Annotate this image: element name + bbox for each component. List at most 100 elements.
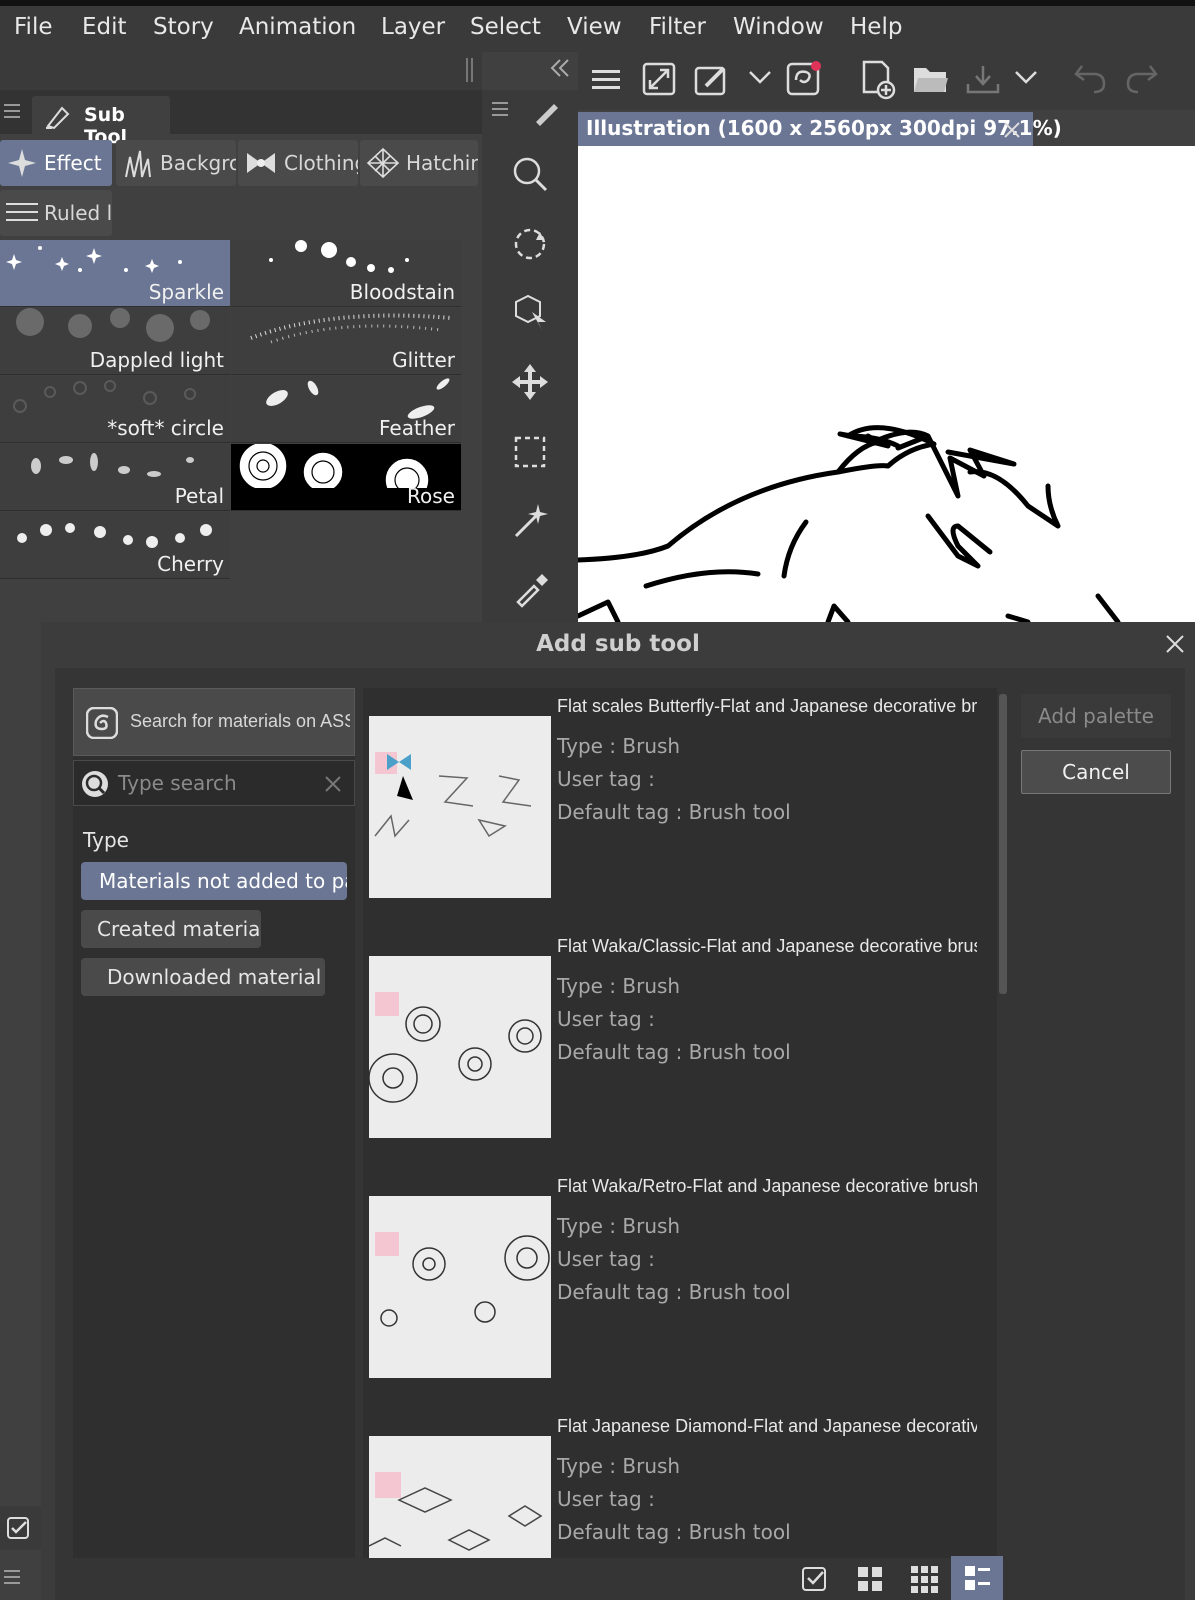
material-type: Type : Brush [557,734,681,758]
add-palette-button[interactable]: Add palette [1021,694,1171,738]
auto-select-icon[interactable] [510,500,550,540]
zoom-icon[interactable] [510,154,550,194]
menu-help[interactable]: Help [850,14,902,40]
object-select-icon[interactable] [510,292,550,332]
type-option-created[interactable]: Created material [81,910,261,948]
layer-panel-button[interactable] [0,1506,41,1550]
list-item[interactable]: Flat scales Butterfly-Flat and Japanese … [363,688,977,928]
brush-bloodstain[interactable]: Bloodstain [231,240,461,307]
brush-label: Rose [407,484,455,508]
brush-sparkle[interactable]: Sparkle [0,240,230,307]
material-user-tag: User tag : [557,1247,655,1271]
brush-petal[interactable]: Petal [0,444,230,511]
cherry-preview [17,523,212,548]
search-assets-label: Search for materials on ASSETS [130,711,350,731]
tab-effect[interactable]: Effect [0,140,112,186]
collapse-chevrons-icon[interactable] [548,56,572,80]
search-assets-button[interactable]: Search for materials on ASSETS [73,688,355,756]
material-type: Type : Brush [557,1214,681,1238]
type-search-input[interactable]: Type search [73,760,355,806]
tab-clothing-label: Clothing [284,151,358,175]
tab-effect-label: Effect [44,151,102,175]
panel-menu-icon[interactable] [4,104,20,118]
material-type: Type : Brush [557,1454,681,1478]
tab-ruled-lines[interactable]: Ruled li [0,190,112,236]
large-grid-view-icon[interactable] [855,1564,885,1594]
clip-studio-assets-icon[interactable] [786,60,822,96]
move-icon[interactable] [510,362,550,402]
material-user-tag: User tag : [557,1007,655,1031]
menu-animation[interactable]: Animation [239,14,356,40]
clear-search-icon[interactable] [324,775,342,793]
brush-rose[interactable]: Rose [231,444,461,511]
rotate-icon[interactable] [510,224,550,264]
type-heading: Type [83,828,129,852]
material-thumbnail [369,1436,551,1558]
cancel-button[interactable]: Cancel [1021,750,1171,794]
list-scrollbar[interactable] [999,694,1007,994]
menu-file[interactable]: File [14,14,53,40]
menu-filter[interactable]: Filter [649,14,706,40]
document-tab[interactable]: Illustration (1600 x 2560px 300dpi 97.1%… [578,112,1062,146]
brush-label: Petal [174,484,224,508]
list-view-button[interactable] [951,1556,1003,1600]
grass-icon [125,150,151,178]
tab-background-label: Backgro [160,151,236,175]
tab-hatching[interactable]: Hatchin [360,140,478,186]
material-default-tag: Default tag : Brush tool [557,1040,791,1064]
menu-select[interactable]: Select [470,14,541,40]
checklist-view-icon[interactable] [801,1564,831,1594]
material-default-tag: Default tag : Brush tool [557,1520,791,1544]
tab-clothing[interactable]: Clothing [238,140,358,186]
list-item[interactable]: Flat Waka/Retro-Flat and Japanese decora… [363,1168,977,1408]
butterfly-pattern-preview [374,752,532,838]
grip-icon[interactable] [464,58,476,82]
assets-logo-icon [86,707,118,739]
material-title: Flat Japanese Diamond-Flat and Japanese … [557,1416,977,1436]
rose-preview [238,444,430,488]
soft-circle-preview [13,380,196,413]
panel-grip-bar [0,52,482,90]
brush-feather[interactable]: Feather [231,376,461,443]
classic-waka-pattern-preview [369,992,542,1103]
list-item[interactable]: Flat Waka/Classic-Flat and Japanese deco… [363,928,977,1168]
type-option-not-added[interactable]: Materials not added to palette [81,862,347,900]
view-mode-bar [755,1556,1185,1600]
list-item[interactable]: Flat Japanese Diamond-Flat and Japanese … [363,1408,977,1558]
toolcol-menu-icon[interactable] [492,102,508,116]
brush-soft-circle[interactable]: *soft* circle [0,376,230,443]
dialog-body: Search for materials on ASSETS Type sear… [55,668,1185,1600]
chevron-down-icon-2[interactable] [1014,70,1038,86]
close-document-icon[interactable] [1003,121,1021,139]
pen-tool-icon[interactable] [532,96,562,126]
list-view-icon [965,1566,990,1590]
redo-icon[interactable] [1124,62,1160,96]
fit-to-screen-icon[interactable] [642,62,676,96]
brush-label: Sparkle [148,280,224,304]
menu-layer[interactable]: Layer [381,14,445,40]
brush-cherry[interactable]: Cherry [0,512,230,579]
small-grid-view-icon[interactable] [909,1564,939,1594]
material-type: Type : Brush [557,974,681,998]
eyedropper-icon[interactable] [510,568,550,608]
open-folder-icon[interactable] [912,62,950,96]
brush-settings-icon[interactable] [694,62,730,96]
menu-edit[interactable]: Edit [82,14,127,40]
save-icon[interactable] [964,62,1002,96]
close-dialog-icon[interactable] [1165,634,1185,654]
hamburger-menu-icon[interactable] [592,66,620,94]
new-document-icon[interactable] [860,60,896,100]
tab-sub-tool[interactable]: Sub Tool [32,96,170,148]
menu-story[interactable]: Story [153,14,214,40]
selection-icon[interactable] [510,432,550,472]
menu-view[interactable]: View [567,14,622,40]
menu-window[interactable]: Window [733,14,824,40]
chevron-down-icon[interactable] [748,70,772,86]
drawing-canvas[interactable] [578,146,1195,622]
undo-icon[interactable] [1072,62,1108,96]
bottom-panel-menu-icon[interactable] [4,1570,20,1584]
type-option-downloaded[interactable]: Downloaded material [81,958,325,996]
brush-dappled-light[interactable]: Dappled light [0,308,230,375]
brush-glitter[interactable]: Glitter [231,308,461,375]
tab-background[interactable]: Backgro [116,140,236,186]
